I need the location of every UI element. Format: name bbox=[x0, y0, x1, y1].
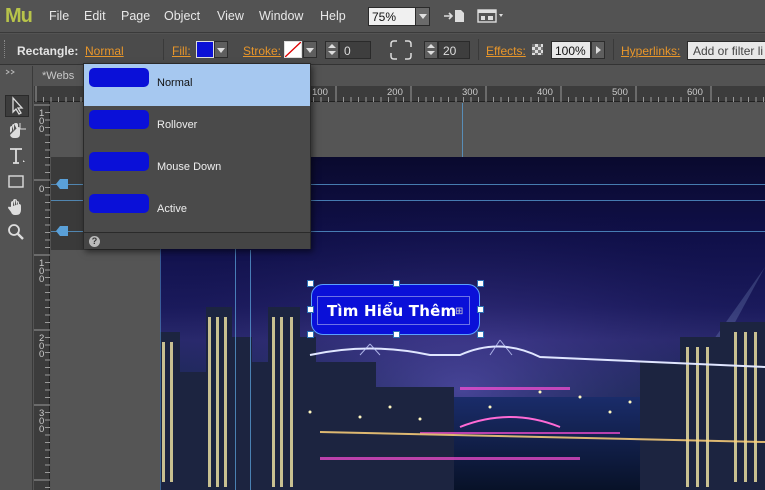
button-states-panel: Normal Rollover Mouse Down Active ? bbox=[83, 63, 311, 249]
resize-handle[interactable] bbox=[477, 306, 484, 313]
grip-handle[interactable] bbox=[4, 40, 6, 58]
zoom-value: 75% bbox=[372, 10, 397, 24]
stroke-none-swatch-icon[interactable] bbox=[284, 41, 302, 58]
state-thumbnail bbox=[89, 194, 149, 213]
resize-handle[interactable] bbox=[307, 306, 314, 313]
resize-handle[interactable] bbox=[307, 280, 314, 287]
state-thumbnail bbox=[89, 110, 149, 129]
menu-window[interactable]: Window bbox=[259, 9, 303, 23]
divider bbox=[478, 39, 479, 60]
zoom-tool[interactable] bbox=[5, 222, 29, 244]
state-label: Active bbox=[157, 203, 187, 215]
menu-object[interactable]: Object bbox=[164, 9, 200, 23]
guide-marker-icon[interactable] bbox=[56, 226, 68, 236]
selection-tool[interactable] bbox=[5, 95, 29, 117]
hyperlinks-label[interactable]: Hyperlinks: bbox=[621, 44, 680, 58]
menu-edit[interactable]: Edit bbox=[84, 9, 106, 23]
state-label: Mouse Down bbox=[157, 161, 222, 173]
crop-hand-icon bbox=[10, 123, 26, 138]
tools-panel bbox=[0, 66, 33, 490]
effects-label[interactable]: Effects: bbox=[486, 44, 526, 58]
divider bbox=[163, 39, 164, 60]
hand-icon bbox=[8, 199, 21, 215]
corner-radius-spinner[interactable] bbox=[424, 41, 438, 59]
vertical-ruler[interactable]: 1 0 0 0 1 0 0 2 0 0 3 0 0 bbox=[34, 102, 50, 490]
vertical-guide[interactable] bbox=[462, 103, 463, 157]
zoom-select[interactable]: 75% bbox=[368, 7, 430, 26]
stroke-label[interactable]: Stroke: bbox=[243, 44, 281, 58]
state-label: Rollover bbox=[157, 119, 198, 131]
hyperlinks-input[interactable]: Add or filter li bbox=[687, 41, 765, 60]
resize-handle[interactable] bbox=[477, 280, 484, 287]
guide-marker-icon[interactable] bbox=[56, 179, 68, 189]
state-label: Normal bbox=[157, 77, 193, 89]
stroke-dropdown-button[interactable] bbox=[303, 41, 317, 58]
chevron-down-icon[interactable] bbox=[415, 8, 429, 25]
object-type-label: Rectangle: bbox=[17, 44, 79, 58]
resize-handle[interactable] bbox=[393, 280, 400, 287]
cta-button-label[interactable]: Tìm Hiểu Thêm bbox=[327, 302, 456, 320]
fill-swatch[interactable] bbox=[196, 41, 214, 58]
hand-tool[interactable] bbox=[5, 197, 29, 219]
menu-bar: Mu File Edit Page Object View Window Hel… bbox=[0, 0, 765, 33]
resize-handle[interactable] bbox=[477, 331, 484, 338]
resize-handle[interactable] bbox=[393, 331, 400, 338]
document-tab[interactable]: *Webs bbox=[42, 70, 74, 82]
opacity-checker-icon bbox=[532, 44, 543, 55]
opacity-slider-button[interactable] bbox=[591, 41, 605, 59]
divider bbox=[613, 39, 614, 60]
ruler-ticks bbox=[34, 104, 50, 488]
state-row-normal[interactable]: Normal bbox=[84, 64, 310, 106]
crop-tool[interactable] bbox=[5, 121, 29, 143]
menu-help[interactable]: Help bbox=[320, 9, 346, 23]
stroke-width-spinner[interactable] bbox=[325, 41, 339, 59]
panel-collapse-icon[interactable] bbox=[4, 69, 30, 75]
app-logo: Mu bbox=[5, 5, 33, 27]
menu-page[interactable]: Page bbox=[121, 9, 150, 23]
stroke-width-input[interactable]: 0 bbox=[339, 41, 371, 59]
opacity-input[interactable]: 100% bbox=[551, 41, 591, 59]
state-thumbnail bbox=[89, 68, 149, 87]
help-icon[interactable]: ? bbox=[89, 236, 100, 247]
preview-icon[interactable] bbox=[477, 9, 507, 23]
fill-label[interactable]: Fill: bbox=[172, 44, 191, 58]
text-tool[interactable] bbox=[5, 146, 29, 168]
magnifier-icon bbox=[8, 224, 24, 240]
state-row-mouse-down[interactable]: Mouse Down bbox=[84, 148, 310, 190]
rectangle-icon bbox=[8, 175, 24, 188]
text-t-icon bbox=[10, 148, 25, 164]
arrow-pointer-icon bbox=[12, 96, 24, 115]
state-thumbnail bbox=[89, 152, 149, 171]
state-link[interactable]: Normal bbox=[85, 44, 124, 58]
export-page-icon[interactable] bbox=[443, 9, 465, 23]
fill-dropdown-button[interactable] bbox=[214, 41, 228, 58]
rectangle-tool[interactable] bbox=[5, 172, 29, 194]
panel-footer: ? bbox=[84, 232, 310, 249]
vertical-guide[interactable] bbox=[250, 250, 251, 490]
state-row-rollover[interactable]: Rollover bbox=[84, 106, 310, 148]
menu-view[interactable]: View bbox=[217, 9, 244, 23]
state-row-active[interactable]: Active bbox=[84, 190, 310, 232]
control-bar: Rectangle: Normal Fill: Stroke: 0 20 Eff… bbox=[0, 34, 765, 65]
link-indicator-icon: ⊞ bbox=[455, 306, 464, 317]
resize-handle[interactable] bbox=[307, 331, 314, 338]
corner-radius-icon bbox=[390, 40, 412, 60]
corner-radius-input[interactable]: 20 bbox=[438, 41, 470, 59]
menu-file[interactable]: File bbox=[49, 9, 69, 23]
